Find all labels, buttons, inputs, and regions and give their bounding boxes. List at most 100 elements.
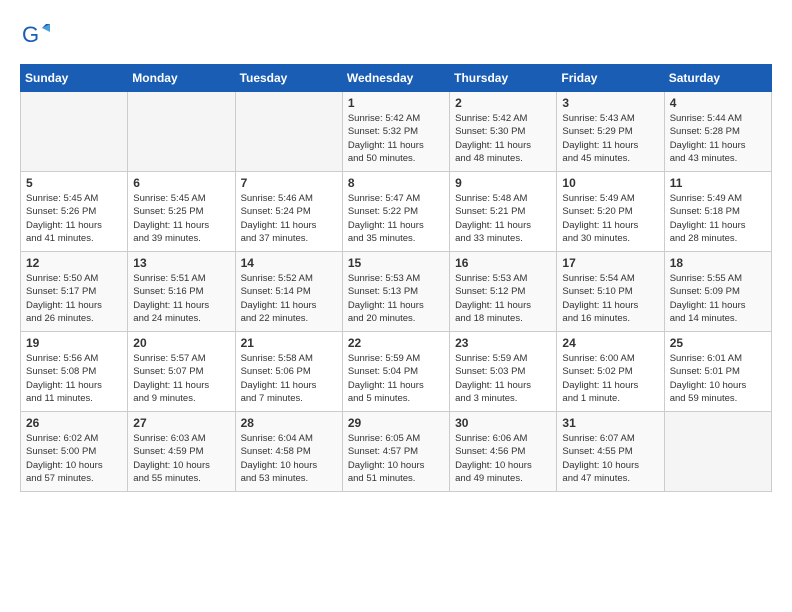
calendar-cell: 12 Sunrise: 5:50 AM Sunset: 5:17 PM Dayli… bbox=[21, 252, 128, 332]
calendar-cell: 19 Sunrise: 5:56 AM Sunset: 5:08 PM Dayli… bbox=[21, 332, 128, 412]
day-detail: Sunrise: 5:48 AM Sunset: 5:21 PM Dayligh… bbox=[455, 192, 551, 245]
day-number: 14 bbox=[241, 256, 337, 270]
calendar-cell: 2 Sunrise: 5:42 AM Sunset: 5:30 PM Daylig… bbox=[450, 92, 557, 172]
calendar-cell: 10 Sunrise: 5:49 AM Sunset: 5:20 PM Dayli… bbox=[557, 172, 664, 252]
day-number: 28 bbox=[241, 416, 337, 430]
day-number: 13 bbox=[133, 256, 229, 270]
day-detail: Sunrise: 6:02 AM Sunset: 5:00 PM Dayligh… bbox=[26, 432, 122, 485]
calendar-cell: 22 Sunrise: 5:59 AM Sunset: 5:04 PM Dayli… bbox=[342, 332, 449, 412]
logo-icon: G bbox=[20, 20, 50, 50]
day-detail: Sunrise: 5:49 AM Sunset: 5:18 PM Dayligh… bbox=[670, 192, 766, 245]
calendar-cell: 18 Sunrise: 5:55 AM Sunset: 5:09 PM Dayli… bbox=[664, 252, 771, 332]
day-detail: Sunrise: 6:06 AM Sunset: 4:56 PM Dayligh… bbox=[455, 432, 551, 485]
day-detail: Sunrise: 6:01 AM Sunset: 5:01 PM Dayligh… bbox=[670, 352, 766, 405]
weekday-header-saturday: Saturday bbox=[664, 65, 771, 92]
calendar-cell: 29 Sunrise: 6:05 AM Sunset: 4:57 PM Dayli… bbox=[342, 412, 449, 492]
calendar-cell: 8 Sunrise: 5:47 AM Sunset: 5:22 PM Daylig… bbox=[342, 172, 449, 252]
day-number: 1 bbox=[348, 96, 444, 110]
calendar-cell: 21 Sunrise: 5:58 AM Sunset: 5:06 PM Dayli… bbox=[235, 332, 342, 412]
day-number: 31 bbox=[562, 416, 658, 430]
day-number: 10 bbox=[562, 176, 658, 190]
calendar-cell: 9 Sunrise: 5:48 AM Sunset: 5:21 PM Daylig… bbox=[450, 172, 557, 252]
calendar-cell: 30 Sunrise: 6:06 AM Sunset: 4:56 PM Dayli… bbox=[450, 412, 557, 492]
calendar: SundayMondayTuesdayWednesdayThursdayFrid… bbox=[20, 64, 772, 492]
calendar-cell: 23Sunrise: 5:59 AM Sunset: 5:03 PM Dayli… bbox=[450, 332, 557, 412]
day-number: 16 bbox=[455, 256, 551, 270]
header: G bbox=[20, 20, 772, 50]
calendar-cell: 26Sunrise: 6:02 AM Sunset: 5:00 PM Dayli… bbox=[21, 412, 128, 492]
weekday-header-friday: Friday bbox=[557, 65, 664, 92]
day-detail: Sunrise: 5:57 AM Sunset: 5:07 PM Dayligh… bbox=[133, 352, 229, 405]
logo: G bbox=[20, 20, 56, 50]
day-detail: Sunrise: 5:53 AM Sunset: 5:12 PM Dayligh… bbox=[455, 272, 551, 325]
svg-text:G: G bbox=[22, 22, 39, 47]
day-number: 5 bbox=[26, 176, 122, 190]
page: G SundayMondayTuesdayWednesdayThursdayFr… bbox=[0, 0, 792, 502]
day-number: 8 bbox=[348, 176, 444, 190]
calendar-cell: 5 Sunrise: 5:45 AM Sunset: 5:26 PM Daylig… bbox=[21, 172, 128, 252]
day-detail: Sunrise: 6:03 AM Sunset: 4:59 PM Dayligh… bbox=[133, 432, 229, 485]
calendar-cell: 17Sunrise: 5:54 AM Sunset: 5:10 PM Dayli… bbox=[557, 252, 664, 332]
calendar-cell bbox=[128, 92, 235, 172]
day-detail: Sunrise: 5:43 AM Sunset: 5:29 PM Dayligh… bbox=[562, 112, 658, 165]
day-number: 6 bbox=[133, 176, 229, 190]
day-detail: Sunrise: 5:50 AM Sunset: 5:17 PM Dayligh… bbox=[26, 272, 122, 325]
day-detail: Sunrise: 6:05 AM Sunset: 4:57 PM Dayligh… bbox=[348, 432, 444, 485]
calendar-cell: 16 Sunrise: 5:53 AM Sunset: 5:12 PM Dayli… bbox=[450, 252, 557, 332]
day-number: 21 bbox=[241, 336, 337, 350]
day-number: 17 bbox=[562, 256, 658, 270]
day-detail: Sunrise: 5:49 AM Sunset: 5:20 PM Dayligh… bbox=[562, 192, 658, 245]
day-number: 12 bbox=[26, 256, 122, 270]
calendar-cell: 20 Sunrise: 5:57 AM Sunset: 5:07 PM Dayli… bbox=[128, 332, 235, 412]
day-number: 24 bbox=[562, 336, 658, 350]
day-number: 4 bbox=[670, 96, 766, 110]
day-number: 18 bbox=[670, 256, 766, 270]
day-number: 3 bbox=[562, 96, 658, 110]
day-detail: Sunrise: 5:59 AM Sunset: 5:04 PM Dayligh… bbox=[348, 352, 444, 405]
week-row-4: 19 Sunrise: 5:56 AM Sunset: 5:08 PM Dayli… bbox=[21, 332, 772, 412]
day-detail: Sunrise: 5:45 AM Sunset: 5:25 PM Dayligh… bbox=[133, 192, 229, 245]
week-row-1: 1 Sunrise: 5:42 AM Sunset: 5:32 PM Daylig… bbox=[21, 92, 772, 172]
day-detail: Sunrise: 5:45 AM Sunset: 5:26 PM Dayligh… bbox=[26, 192, 122, 245]
week-row-3: 12 Sunrise: 5:50 AM Sunset: 5:17 PM Dayli… bbox=[21, 252, 772, 332]
day-detail: Sunrise: 6:04 AM Sunset: 4:58 PM Dayligh… bbox=[241, 432, 337, 485]
calendar-cell: 6 Sunrise: 5:45 AM Sunset: 5:25 PM Daylig… bbox=[128, 172, 235, 252]
day-number: 9 bbox=[455, 176, 551, 190]
weekday-header-thursday: Thursday bbox=[450, 65, 557, 92]
calendar-cell: 3 Sunrise: 5:43 AM Sunset: 5:29 PM Daylig… bbox=[557, 92, 664, 172]
day-number: 22 bbox=[348, 336, 444, 350]
day-detail: Sunrise: 5:42 AM Sunset: 5:30 PM Dayligh… bbox=[455, 112, 551, 165]
day-number: 23 bbox=[455, 336, 551, 350]
day-detail: Sunrise: 5:53 AM Sunset: 5:13 PM Dayligh… bbox=[348, 272, 444, 325]
day-number: 30 bbox=[455, 416, 551, 430]
day-number: 19 bbox=[26, 336, 122, 350]
calendar-cell: 4 Sunrise: 5:44 AM Sunset: 5:28 PM Daylig… bbox=[664, 92, 771, 172]
week-row-5: 26Sunrise: 6:02 AM Sunset: 5:00 PM Dayli… bbox=[21, 412, 772, 492]
calendar-cell: 28 Sunrise: 6:04 AM Sunset: 4:58 PM Dayli… bbox=[235, 412, 342, 492]
day-number: 2 bbox=[455, 96, 551, 110]
day-number: 20 bbox=[133, 336, 229, 350]
week-row-2: 5 Sunrise: 5:45 AM Sunset: 5:26 PM Daylig… bbox=[21, 172, 772, 252]
day-detail: Sunrise: 6:07 AM Sunset: 4:55 PM Dayligh… bbox=[562, 432, 658, 485]
day-detail: Sunrise: 5:47 AM Sunset: 5:22 PM Dayligh… bbox=[348, 192, 444, 245]
day-detail: Sunrise: 5:52 AM Sunset: 5:14 PM Dayligh… bbox=[241, 272, 337, 325]
day-detail: Sunrise: 5:44 AM Sunset: 5:28 PM Dayligh… bbox=[670, 112, 766, 165]
calendar-cell: 11Sunrise: 5:49 AM Sunset: 5:18 PM Dayli… bbox=[664, 172, 771, 252]
weekday-header-sunday: Sunday bbox=[21, 65, 128, 92]
calendar-cell: 15Sunrise: 5:53 AM Sunset: 5:13 PM Dayli… bbox=[342, 252, 449, 332]
day-detail: Sunrise: 5:51 AM Sunset: 5:16 PM Dayligh… bbox=[133, 272, 229, 325]
calendar-cell: 7Sunrise: 5:46 AM Sunset: 5:24 PM Daylig… bbox=[235, 172, 342, 252]
day-detail: Sunrise: 5:56 AM Sunset: 5:08 PM Dayligh… bbox=[26, 352, 122, 405]
day-detail: Sunrise: 5:55 AM Sunset: 5:09 PM Dayligh… bbox=[670, 272, 766, 325]
day-number: 25 bbox=[670, 336, 766, 350]
weekday-header-row: SundayMondayTuesdayWednesdayThursdayFrid… bbox=[21, 65, 772, 92]
day-detail: Sunrise: 6:00 AM Sunset: 5:02 PM Dayligh… bbox=[562, 352, 658, 405]
day-number: 29 bbox=[348, 416, 444, 430]
day-number: 7 bbox=[241, 176, 337, 190]
weekday-header-tuesday: Tuesday bbox=[235, 65, 342, 92]
day-detail: Sunrise: 5:58 AM Sunset: 5:06 PM Dayligh… bbox=[241, 352, 337, 405]
calendar-cell bbox=[664, 412, 771, 492]
day-number: 27 bbox=[133, 416, 229, 430]
day-detail: Sunrise: 5:42 AM Sunset: 5:32 PM Dayligh… bbox=[348, 112, 444, 165]
calendar-cell: 14 Sunrise: 5:52 AM Sunset: 5:14 PM Dayli… bbox=[235, 252, 342, 332]
